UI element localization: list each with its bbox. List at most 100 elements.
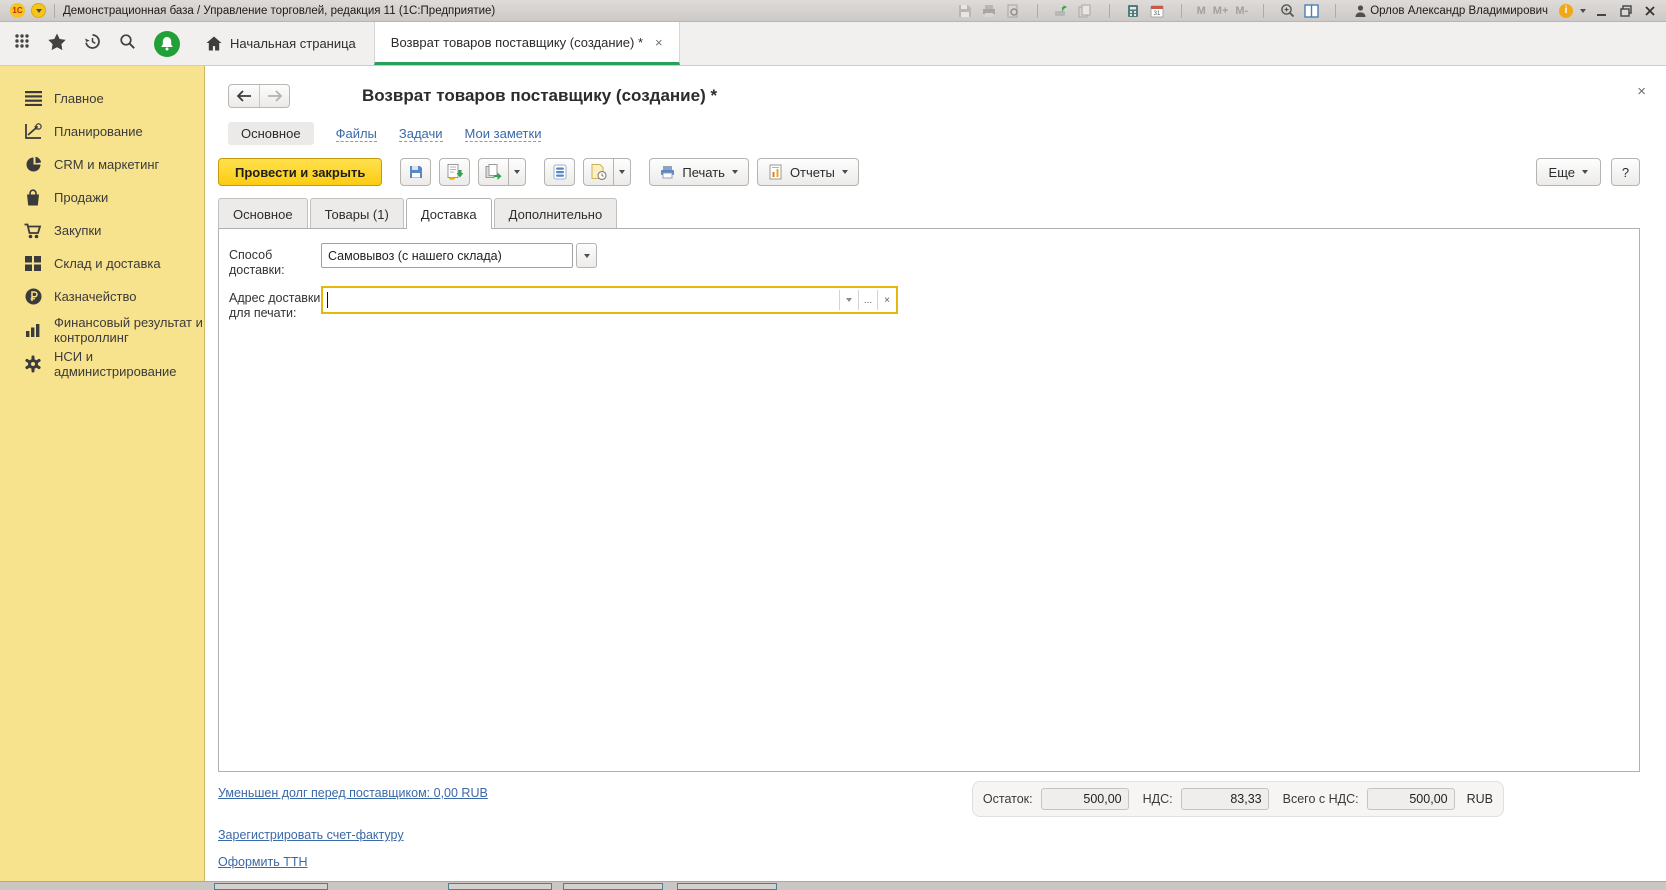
tab-return-to-supplier[interactable]: Возврат товаров поставщику (создание) * …: [373, 22, 680, 65]
post-and-close-button[interactable]: Провести и закрыть: [218, 158, 383, 186]
tab-additional[interactable]: Дополнительно: [493, 198, 618, 229]
address-dropdown-button[interactable]: [839, 290, 858, 310]
system-menu-button[interactable]: [31, 3, 46, 18]
restore-button[interactable]: [1617, 2, 1634, 19]
memory-subtract-button[interactable]: M-: [1235, 5, 1248, 17]
forward-button[interactable]: [259, 85, 289, 107]
taskbar-item: [448, 883, 552, 890]
tab-close-icon[interactable]: ×: [655, 36, 663, 49]
zoom-icon[interactable]: [1279, 2, 1296, 19]
nav-link-my-notes[interactable]: Мои заметки: [464, 126, 542, 142]
address-choose-button[interactable]: ...: [858, 290, 877, 310]
scheduled-doc-icon[interactable]: [583, 158, 615, 186]
print-icon[interactable]: [981, 2, 998, 19]
delivery-address-input[interactable]: [328, 288, 839, 312]
sidebar-item-purchasing[interactable]: Закупки: [0, 214, 204, 247]
divider: [1335, 3, 1337, 18]
issue-ttn-link[interactable]: Оформить ТТН: [218, 855, 308, 869]
command-bar: Провести и закрыть Печать Отчеты Еще ?: [218, 158, 1640, 186]
page-title: Возврат товаров поставщику (создание) *: [362, 86, 718, 105]
create-based-on-button: [478, 158, 527, 186]
active-tab-label: Возврат товаров поставщику (создание) *: [390, 34, 644, 50]
tab-main[interactable]: Основное: [218, 198, 308, 229]
register-invoice-link[interactable]: Зарегистрировать счет-фактуру: [218, 828, 404, 842]
warehouse-grid-icon: [22, 256, 44, 271]
nav-link-main[interactable]: Основное: [228, 122, 314, 145]
search-icon[interactable]: [119, 33, 136, 55]
tab-delivery[interactable]: Доставка: [405, 198, 492, 229]
window-title: Демонстрационная база / Управление торго…: [63, 4, 496, 17]
pie-chart-icon: [22, 156, 44, 173]
document-tabs: Основное Товары (1) Доставка Дополнитель…: [218, 198, 1640, 229]
user-icon: [1355, 4, 1366, 17]
gear-icon: [22, 355, 44, 373]
minimize-button[interactable]: [1593, 2, 1610, 19]
memory-recall-button[interactable]: M: [1197, 5, 1206, 17]
back-button[interactable]: [229, 85, 259, 107]
save-icon[interactable]: [957, 2, 974, 19]
copy-icon[interactable]: [1077, 2, 1094, 19]
taskbar-item: [677, 883, 777, 890]
favorites-star-icon[interactable]: [48, 33, 66, 55]
tab-home-page[interactable]: Начальная страница: [190, 22, 374, 65]
sidebar-item-financial-result[interactable]: Финансовый результат и контроллинг: [0, 313, 204, 347]
create-based-on-icon[interactable]: [478, 158, 510, 186]
remainder-value: [1040, 788, 1129, 810]
form-close-icon[interactable]: ×: [1637, 84, 1646, 99]
delivery-method-label: Способ доставки:: [229, 248, 285, 277]
sidebar-item-sales[interactable]: Продажи: [0, 181, 204, 214]
close-window-button[interactable]: [1641, 2, 1658, 19]
register-records-button[interactable]: [544, 158, 576, 186]
sidebar-item-planning[interactable]: Планирование: [0, 115, 204, 148]
nav-link-files[interactable]: Файлы: [335, 126, 377, 142]
scheduled-doc-caret[interactable]: [614, 158, 632, 186]
tab-goods[interactable]: Товары (1): [309, 198, 404, 229]
nav-link-tasks[interactable]: Задачи: [398, 126, 443, 142]
shopping-cart-icon: [22, 223, 44, 239]
more-button[interactable]: Еще: [1535, 158, 1601, 186]
delivery-method-dropdown-button[interactable]: [576, 243, 597, 268]
sidebar-item-warehouse-delivery[interactable]: Склад и доставка: [0, 247, 204, 280]
total-with-vat-label: Всего с НДС:: [1282, 792, 1359, 806]
shopping-bag-icon: [22, 189, 44, 206]
info-caret-button[interactable]: [1580, 8, 1586, 13]
divider: [54, 3, 55, 18]
save-button[interactable]: [400, 158, 432, 186]
print-menu-button[interactable]: Печать: [649, 158, 749, 186]
debt-decreased-link[interactable]: Уменьшен долг перед поставщиком: 0,00 RU…: [218, 786, 488, 800]
data-exchange-icon[interactable]: [1053, 2, 1070, 19]
taskbar-item: [214, 883, 328, 890]
calculator-icon[interactable]: [1125, 2, 1142, 19]
current-user[interactable]: Орлов Александр Владимирович: [1355, 5, 1548, 17]
remainder-label: Остаток:: [982, 792, 1033, 806]
sidebar-item-main[interactable]: Главное: [0, 82, 204, 115]
sidebar-item-treasury[interactable]: Казначейство: [0, 280, 204, 313]
1c-logo-icon[interactable]: 1С: [10, 3, 25, 18]
create-based-on-caret[interactable]: [509, 158, 527, 186]
split-window-icon[interactable]: [1303, 2, 1320, 19]
scheduled-doc-button: [583, 158, 632, 186]
divider: [1036, 3, 1038, 18]
apps-grid-icon[interactable]: [14, 33, 30, 54]
post-document-button[interactable]: [439, 158, 471, 186]
reports-menu-button[interactable]: Отчеты: [756, 158, 859, 186]
sidebar-item-nsi-administration[interactable]: НСИ и администрирование: [0, 347, 204, 381]
notifications-bell-icon[interactable]: [154, 30, 180, 57]
taskbar-item: [563, 883, 663, 890]
memory-add-button[interactable]: M+: [1213, 5, 1229, 17]
delivery-method-select[interactable]: [321, 243, 573, 268]
vat-value: [1180, 788, 1269, 810]
history-icon[interactable]: [84, 33, 101, 55]
calendar-icon[interactable]: 31: [1149, 2, 1166, 19]
print-preview-icon[interactable]: [1005, 2, 1022, 19]
ruble-circle-icon: [22, 288, 44, 305]
address-clear-button[interactable]: ×: [877, 290, 896, 310]
home-tab-label: Начальная страница: [230, 36, 356, 51]
help-button[interactable]: ?: [1611, 158, 1640, 186]
home-icon: [206, 36, 222, 51]
divider: [1180, 3, 1182, 18]
info-button[interactable]: i: [1559, 3, 1573, 18]
svg-text:31: 31: [1154, 11, 1161, 17]
sidebar-item-crm-marketing[interactable]: CRM и маркетинг: [0, 148, 204, 181]
form-footer: Уменьшен долг перед поставщиком: 0,00 RU…: [218, 772, 1640, 881]
